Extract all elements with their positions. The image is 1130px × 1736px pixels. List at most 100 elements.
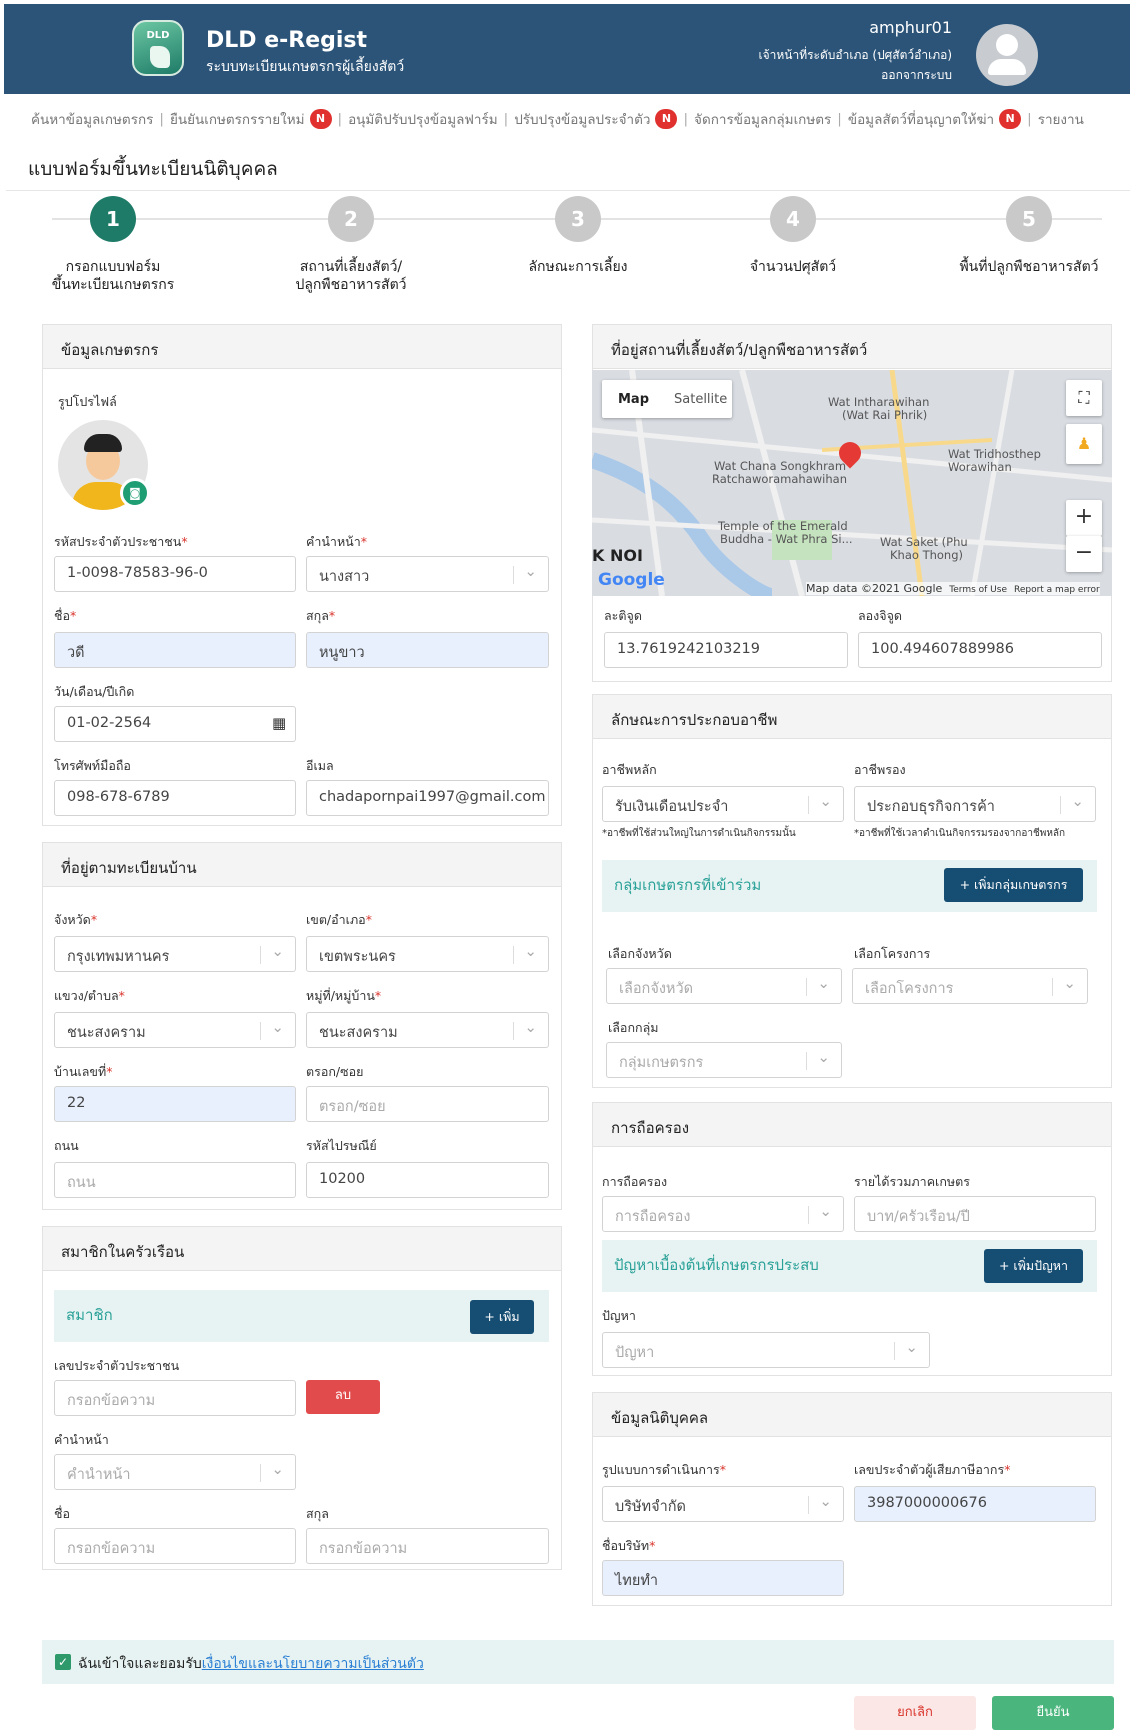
step-3-circle[interactable]: 3 — [555, 196, 601, 242]
map-place: Worawihan — [948, 460, 1012, 474]
longitude-input[interactable]: 100.494607889986 — [858, 632, 1102, 668]
group-province-label: เลือกจังหวัด — [608, 946, 672, 961]
house-no-input[interactable]: 22 — [54, 1086, 296, 1122]
app-header: DLD DLD e-Regist ระบบทะเบียนเกษตรกรผู้เล… — [4, 4, 1130, 94]
card-header: ที่อยู่สถานที่เลี้ยงสัตว์/ปลูกพืชอาหารสั… — [593, 325, 1111, 369]
member-id-label: เลขประจำตัวประชาชน — [54, 1358, 180, 1373]
secondary-career-select[interactable]: ประกอบธุรกิจการค้า — [854, 786, 1096, 822]
add-problem-button[interactable]: + เพิ่มปัญหา — [984, 1249, 1083, 1283]
calendar-icon[interactable]: ▦ — [272, 714, 286, 732]
nav-label: ยืนยันเกษตรกรรายใหม่ — [169, 112, 305, 128]
member-first-input[interactable]: กรอกข้อความ — [54, 1528, 296, 1564]
citizen-id-input[interactable]: 1-0098-78583-96-0 — [54, 556, 296, 592]
subdistrict-select[interactable]: ชนะสงคราม — [54, 1012, 296, 1048]
operation-type-select[interactable]: บริษัทจำกัด — [602, 1486, 844, 1522]
member-id-input[interactable]: กรอกข้อความ — [54, 1380, 296, 1416]
member-last-label: สกุล — [306, 1506, 329, 1521]
phone-input[interactable]: 098-678-6789 — [54, 780, 296, 816]
district-select[interactable]: เขตพระนคร — [306, 936, 549, 972]
confirm-button[interactable]: ยืนยัน — [992, 1696, 1114, 1730]
dld-logo[interactable]: DLD — [132, 20, 184, 76]
map-place: Ratchaworamahawihan — [712, 472, 847, 486]
new-badge: N — [309, 109, 332, 129]
email-label: อีเมล — [306, 758, 334, 773]
alley-input[interactable]: ตรอก/ซอย — [306, 1086, 549, 1122]
nav-label: ค้นหาข้อมูลเกษตรกร — [31, 112, 154, 128]
project-select[interactable]: เลือกโครงการ — [852, 968, 1088, 1004]
village-select[interactable]: ชนะสงคราม — [306, 1012, 549, 1048]
group-label: เลือกกลุ่ม — [608, 1020, 659, 1035]
phone-label: โทรศัพท์มือถือ — [54, 758, 131, 773]
member-first-label: ชื่อ — [54, 1506, 70, 1521]
step-1-circle[interactable]: 1 — [90, 196, 136, 242]
divider — [6, 190, 1130, 191]
new-badge: N — [999, 109, 1022, 129]
nav-item[interactable]: ยืนยันเกษตรกรรายใหม่ N — [170, 108, 332, 130]
email-input[interactable]: chadapornpai1997@gmail.com — [306, 780, 549, 816]
step-4-circle[interactable]: 4 — [770, 196, 816, 242]
road-input[interactable]: ถนน — [54, 1162, 296, 1198]
zoom-in-icon[interactable]: + — [1066, 500, 1102, 536]
delete-member-button[interactable]: ลบ — [306, 1380, 380, 1414]
latitude-input[interactable]: 13.7619242103219 — [604, 632, 848, 668]
nav-item[interactable]: จัดการข้อมูลกลุ่มเกษตร — [694, 108, 831, 130]
step-5-label: พื้นที่ปลูกพืชอาหารสัตว์ — [959, 259, 1099, 275]
tax-id-input[interactable]: 3987000000676 — [854, 1486, 1096, 1522]
nav-label: จัดการข้อมูลกลุ่มเกษตร — [694, 112, 832, 128]
map-place: K NOI — [592, 546, 643, 565]
app-subtitle: ระบบทะเบียนเกษตรกรผู้เลี้ยงสัตว์ — [206, 59, 405, 75]
add-member-button[interactable]: + เพิ่ม — [470, 1300, 534, 1334]
nav-item[interactable]: อนุมัติปรับปรุงข้อมูลฟาร์ม — [348, 108, 498, 130]
latitude-label: ละติจูด — [604, 608, 642, 623]
privacy-policy-link[interactable]: เงื่อนไขและนโยบายความเป็นส่วนตัว — [202, 1656, 424, 1672]
alley-label: ตรอก/ซอย — [306, 1064, 364, 1079]
logout-link[interactable]: ออกจากระบบ — [881, 66, 952, 85]
card-header: การถือครอง — [593, 1103, 1111, 1147]
nav-item[interactable]: ข้อมูลสัตว์ที่อนุญาตให้ฆ่า N — [847, 108, 1022, 130]
member-prefix-select[interactable]: คำนำหน้า — [54, 1454, 296, 1490]
location-map[interactable]: Map Satellite Wat Intharawihan (Wat Rai … — [592, 370, 1112, 596]
map-attribution: Map data ©2021 Google Terms of Use Repor… — [806, 582, 1100, 595]
pegman-icon[interactable]: ♟ — [1066, 424, 1102, 464]
subdistrict-label: แขวง/ตำบล* — [54, 988, 125, 1003]
step-2-circle[interactable]: 2 — [328, 196, 374, 242]
map-tab[interactable]: Map — [618, 392, 649, 407]
satellite-tab[interactable]: Satellite — [674, 392, 727, 407]
nav-label: ข้อมูลสัตว์ที่อนุญาตให้ฆ่า — [847, 112, 995, 128]
dob-input[interactable]: 01-02-2564 — [54, 706, 296, 742]
nav-item[interactable]: ค้นหาข้อมูลเกษตรกร — [31, 108, 153, 130]
zoom-out-icon[interactable]: − — [1066, 536, 1102, 572]
income-label: รายได้รวมภาคเกษตร — [854, 1174, 970, 1189]
cancel-button[interactable]: ยกเลิก — [854, 1696, 976, 1730]
fullscreen-icon[interactable]: ⛶ — [1066, 380, 1102, 416]
income-input[interactable]: บาท/ครัวเรือน/ปี — [854, 1196, 1096, 1232]
map-place: Khao Thong) — [890, 548, 963, 562]
step-5-circle[interactable]: 5 — [1006, 196, 1052, 242]
user-avatar-icon[interactable] — [976, 24, 1038, 86]
hair-icon — [84, 434, 122, 452]
logo-text: DLD — [146, 30, 170, 41]
problem-select[interactable]: ปัญหา — [602, 1332, 930, 1368]
project-label: เลือกโครงการ — [854, 946, 931, 961]
add-farmer-group-button[interactable]: + เพิ่มกลุ่มเกษตรกร — [944, 868, 1083, 902]
company-name-input[interactable]: ไทยทำ — [602, 1560, 844, 1596]
first-name-input[interactable]: วดี — [54, 632, 296, 668]
group-select[interactable]: กลุ่มเกษตรกร — [606, 1042, 842, 1078]
member-prefix-label: คำนำหน้า — [54, 1432, 109, 1447]
road-label: ถนน — [54, 1138, 79, 1153]
group-province-select[interactable]: เลือกจังหวัด — [606, 968, 842, 1004]
member-last-input[interactable]: กรอกข้อความ — [306, 1528, 549, 1564]
first-name-label: ชื่อ* — [54, 608, 77, 623]
nav-item[interactable]: รายงาน — [1038, 108, 1084, 130]
company-name-label: ชื่อบริษัท* — [602, 1538, 656, 1553]
province-select[interactable]: กรุงเทพมหานคร — [54, 936, 296, 972]
nav-item[interactable]: ปรับปรุงข้อมูลประจำตัว N — [514, 108, 678, 130]
prefix-select[interactable]: นางสาว — [306, 556, 549, 592]
postal-code-input[interactable]: 10200 — [306, 1162, 549, 1198]
secondary-career-hint: *อาชีพที่ใช้เวลาดำเนินกิจกรรมรองจากอาชีพ… — [854, 828, 1066, 839]
main-career-select[interactable]: รับเงินเดือนประจำ — [602, 786, 844, 822]
camera-icon[interactable]: ◙ — [120, 478, 150, 508]
consent-checkbox[interactable]: ✓ — [55, 1654, 71, 1670]
holding-select[interactable]: การถือครอง — [602, 1196, 844, 1232]
last-name-input[interactable]: หนูขาว — [306, 632, 549, 668]
